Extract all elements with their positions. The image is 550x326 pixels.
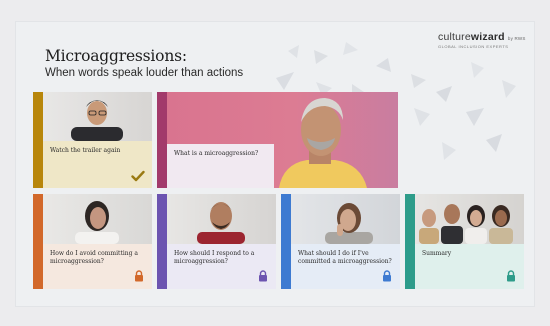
tile-label: What should I do if I've committed a mic… [298,250,392,265]
person-illustration [325,203,373,244]
slide-frame: Microaggressions: When words speak loude… [0,0,550,326]
tile-accent-bar [33,92,43,188]
tile-what-is-microaggression[interactable]: What is a microaggression? [157,92,398,188]
logo-tagline: GLOBAL INCLUSION EXPERTS [438,44,509,49]
course-menu-card: Microaggressions: When words speak loude… [16,22,534,306]
person-illustration [75,201,119,244]
lock-icon [135,270,143,282]
tile-label-area: How do I avoid committing a microaggress… [43,244,152,289]
tile-photo-woman [43,194,152,244]
tile-photo-young-man [43,92,152,141]
tile-label: Summary [422,250,452,257]
logo-by: by RWS [507,36,526,41]
person-illustration [197,202,245,244]
tile-photo-thinking-woman [291,194,400,244]
logo-brand-light: culture [438,31,471,43]
page-title: Microaggressions: [45,47,187,65]
tile-how-respond[interactable]: How should I respond to a microaggressio… [157,194,276,289]
tile-accent-bar [33,194,43,289]
tile-label-area: How should I respond to a microaggressio… [167,244,276,289]
tile-label-area: Summary [415,244,524,289]
tile-label: What is a microaggression? [174,150,259,157]
logo-wordmark: culturewizard by RWS [438,31,528,43]
tile-accent-bar [281,194,291,289]
tile-avoid-committing[interactable]: How do I avoid committing a microaggress… [33,194,152,289]
tile-photo-bearded-man [167,194,276,244]
tile-label-area: What should I do if I've committed a mic… [291,244,400,289]
tile-watch-trailer[interactable]: Watch the trailer again [33,92,152,188]
tile-summary[interactable]: Summary [405,194,524,289]
tile-if-committed[interactable]: What should I do if I've committed a mic… [281,194,400,289]
tile-label-area: What is a microaggression? [167,144,274,188]
tile-label: How should I respond to a microaggressio… [174,250,255,265]
person-illustration [71,100,123,141]
page-subtitle: When words speak louder than actions [45,67,244,79]
tile-accent-bar [157,92,167,188]
lock-icon [383,270,391,282]
tile-accent-bar [157,194,167,289]
lock-icon [507,270,515,282]
culturewizard-logo: culturewizard by RWS GLOBAL INCLUSION EX… [438,31,528,49]
tile-label: Watch the trailer again [50,147,121,154]
tile-label: How do I avoid committing a microaggress… [50,250,138,265]
lock-icon [259,270,267,282]
logo-brand-bold: wizard [470,31,505,43]
checkmark-icon [131,170,145,182]
tile-photo-group [415,194,524,244]
tile-accent-bar [405,194,415,289]
group-illustration [419,204,513,244]
